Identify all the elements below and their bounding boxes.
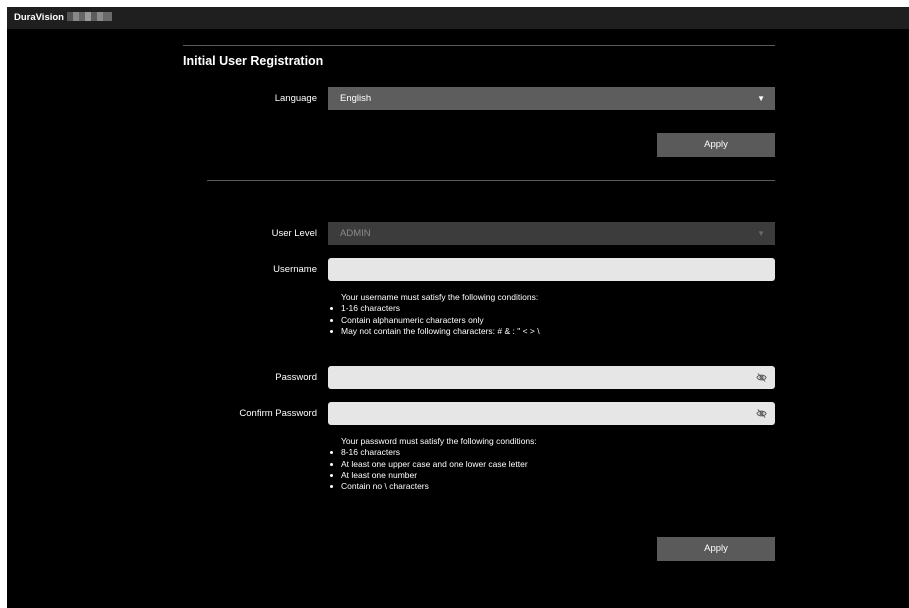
confirm-password-input[interactable] [328, 402, 775, 425]
username-label: Username [273, 264, 317, 275]
password-rules-list: 8-16 characters At least one upper case … [328, 447, 537, 492]
username-rules: Your username must satisfy the following… [328, 292, 540, 337]
chevron-down-icon: ▼ [757, 229, 765, 238]
model-name-redacted [66, 12, 112, 21]
page-title: Initial User Registration [183, 54, 324, 68]
password-rules-intro: Your password must satisfy the following… [341, 436, 537, 446]
language-label: Language [274, 93, 317, 104]
list-item: Contain no \ characters [328, 481, 537, 492]
list-item: 1-16 characters [328, 303, 540, 314]
top-bar: DuraVision [7, 7, 909, 29]
username-input[interactable] [328, 258, 775, 281]
brand-name: DuraVision [14, 12, 64, 23]
chevron-down-icon: ▼ [757, 94, 765, 103]
list-item: May not contain the following characters… [328, 326, 540, 337]
list-item: 8-16 characters [328, 447, 537, 458]
brand-logo: DuraVision [14, 11, 112, 24]
language-selected-value: English [340, 93, 372, 104]
password-input[interactable] [328, 366, 775, 389]
username-rules-intro: Your username must satisfy the following… [341, 292, 539, 302]
language-select[interactable]: English ▼ [328, 87, 775, 110]
app-window: DuraVision Initial User Registration Lan… [7, 7, 909, 608]
language-apply-button[interactable]: Apply [657, 133, 775, 157]
password-label: Password [275, 372, 317, 383]
password-rules: Your password must satisfy the following… [328, 436, 537, 492]
list-item: Contain alphanumeric characters only [328, 315, 540, 326]
list-item: At least one upper case and one lower ca… [328, 459, 537, 470]
register-apply-button[interactable]: Apply [657, 537, 775, 561]
eye-slash-icon[interactable] [756, 408, 767, 419]
section-divider [207, 180, 775, 181]
username-rules-list: 1-16 characters Contain alphanumeric cha… [328, 303, 540, 337]
user-level-selected-value: ADMIN [340, 228, 371, 239]
user-level-label: User Level [271, 228, 317, 239]
user-level-select: ADMIN ▼ [328, 222, 775, 245]
confirm-password-label: Confirm Password [239, 408, 317, 419]
top-divider [183, 45, 775, 46]
eye-slash-icon[interactable] [756, 372, 767, 383]
list-item: At least one number [328, 470, 537, 481]
